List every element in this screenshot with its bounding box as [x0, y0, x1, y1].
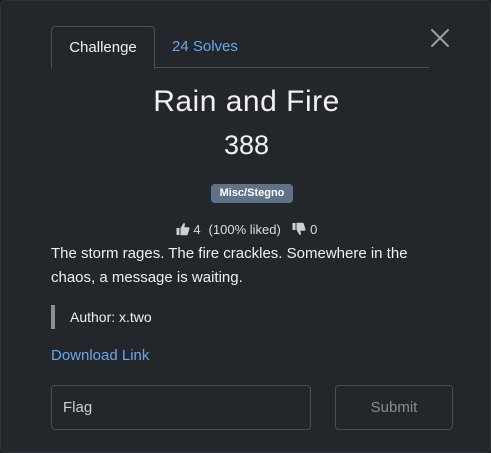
category-badge: Misc/Stegno [211, 184, 293, 203]
vote-summary: 4 (100% liked) 0 [1, 222, 491, 238]
challenge-title: Rain and Fire [153, 85, 340, 118]
download-link[interactable]: Download Link [51, 347, 149, 364]
dislikes-count: 0 [310, 222, 318, 237]
liked-percent: (100% liked) [208, 222, 281, 237]
likes-count: 4 [193, 222, 201, 237]
flag-input[interactable] [51, 385, 311, 430]
author-quote: Author: x.two [51, 305, 152, 329]
tab-solves[interactable]: 24 Solves [172, 26, 238, 68]
thumbs-up-icon[interactable] [176, 222, 194, 237]
challenge-description: The storm rages. The fire crackles. Some… [51, 245, 408, 286]
thumbs-down-icon[interactable] [289, 222, 310, 237]
submit-button[interactable]: Submit [335, 385, 453, 430]
challenge-modal: Challenge 24 Solves Rain and Fire 388 Mi… [0, 0, 491, 453]
tab-challenge[interactable]: Challenge [51, 26, 155, 69]
challenge-points: 388 [223, 130, 270, 160]
close-icon[interactable] [429, 27, 451, 49]
tab-bar: Challenge 24 Solves [51, 26, 429, 69]
